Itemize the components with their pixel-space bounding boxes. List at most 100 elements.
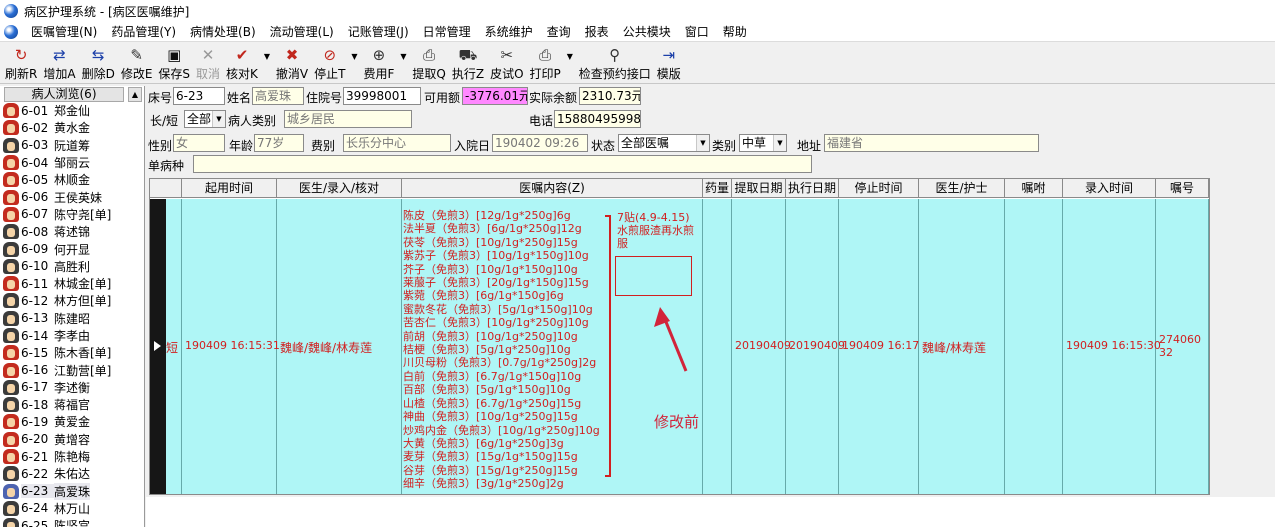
- patient-list-item[interactable]: 6-13 陈建昭: [0, 310, 144, 327]
- fee-type-field[interactable]: 长乐分中心: [343, 134, 451, 152]
- patient-list-item[interactable]: 6-16 江勤营[单]: [0, 361, 144, 378]
- column-header-2[interactable]: 医嘱内容(Z): [402, 179, 703, 198]
- patient-list-item[interactable]: 6-20 黄增容: [0, 431, 144, 448]
- toolbar-button-9[interactable]: ⊕ 费用F: [360, 44, 397, 82]
- menu-item-7[interactable]: 查询: [540, 23, 578, 40]
- menu-item-11[interactable]: 帮助: [716, 23, 754, 40]
- address-field[interactable]: 福建省: [824, 134, 1039, 152]
- patient-type-field[interactable]: 城乡居民: [284, 110, 412, 128]
- column-header-0[interactable]: 起用时间: [182, 179, 277, 198]
- chevron-down-icon[interactable]: ▼: [773, 135, 786, 151]
- table-row[interactable]: 短 190409 16:15:31 魏峰/魏峰/林寿莲 20190409 2019040…: [150, 199, 1209, 494]
- patient-list-item[interactable]: 6-25 陈坚宫: [0, 517, 144, 527]
- patient-list-item[interactable]: 6-15 陈木香[单]: [0, 344, 144, 361]
- column-header-1[interactable]: 医生/录入/核对: [277, 179, 402, 198]
- patient-list-item[interactable]: 6-11 林城金[单]: [0, 275, 144, 292]
- start-time-cell[interactable]: 190409 16:15:31: [182, 199, 280, 494]
- sex-field[interactable]: 女: [173, 134, 225, 152]
- column-header-6[interactable]: 停止时间: [839, 179, 919, 198]
- toolbar-button-4[interactable]: ▣ 保存S: [155, 44, 193, 82]
- name-field[interactable]: 高爱珠: [252, 87, 304, 105]
- dropdown-arrow-icon[interactable]: ▼: [348, 44, 360, 68]
- dropdown-arrow-icon[interactable]: ▼: [564, 44, 576, 68]
- patient-list-item[interactable]: 6-22 朱佑达: [0, 465, 144, 482]
- age-field[interactable]: 77岁: [254, 134, 304, 152]
- menu-item-6[interactable]: 系统维护: [478, 23, 540, 40]
- inpatient-no-field[interactable]: 39998001: [343, 87, 421, 105]
- order-no-cell[interactable]: 27406032: [1156, 199, 1209, 494]
- document-icon[interactable]: [4, 24, 18, 39]
- column-header-8[interactable]: 嘱咐: [1005, 179, 1063, 198]
- patient-list-item[interactable]: 6-01 郑金仙: [0, 102, 144, 119]
- entry-time-cell[interactable]: 190409 16:15:30: [1063, 199, 1161, 494]
- toolbar-button-13[interactable]: ⎙ 打印P: [527, 44, 564, 82]
- menu-item-0[interactable]: 医嘱管理(N): [24, 23, 104, 40]
- menu-item-4[interactable]: 记账管理(J): [341, 23, 416, 40]
- toolbar-button-0[interactable]: ↻ 刷新R: [2, 44, 40, 82]
- stop-time-cell[interactable]: 190409 16:17: [839, 199, 919, 494]
- menu-item-1[interactable]: 药品管理(Y): [104, 23, 183, 40]
- dropdown-arrow-icon[interactable]: ▼: [397, 44, 409, 68]
- patient-list-item[interactable]: 6-05 林顺金: [0, 171, 144, 188]
- patient-browser-header[interactable]: 病人浏览(6): [4, 87, 124, 102]
- column-header-10[interactable]: 嘱号: [1156, 179, 1209, 198]
- toolbar-button-7[interactable]: ✖ 撤消V: [273, 44, 311, 82]
- patient-list-item[interactable]: 6-03 阮道筹: [0, 137, 144, 154]
- toolbar-button-8[interactable]: ⊘ 停止T: [311, 44, 348, 82]
- term-select[interactable]: 全部 ▼: [184, 110, 226, 128]
- scroll-up-arrow-icon[interactable]: ▲: [128, 87, 142, 102]
- category-select[interactable]: 中草 ▼: [739, 134, 787, 152]
- menu-item-10[interactable]: 窗口: [678, 23, 716, 40]
- toolbar-button-11[interactable]: ⛟ 执行Z: [449, 44, 487, 82]
- toolbar-button-5[interactable]: ✕ 取消: [193, 44, 223, 82]
- column-header-9[interactable]: 录入时间: [1063, 179, 1156, 198]
- toolbar-button-6[interactable]: ✔ 核对K: [223, 44, 261, 82]
- bed-field[interactable]: 6-23: [173, 87, 225, 105]
- patient-list-item[interactable]: 6-07 陈守尧[单]: [0, 206, 144, 223]
- phone-field[interactable]: 15880495998: [554, 110, 641, 128]
- order-type-cell[interactable]: 短: [166, 199, 182, 494]
- patient-list-item[interactable]: 6-18 蒋福官: [0, 396, 144, 413]
- toolbar-button-3[interactable]: ✎ 修改E: [118, 44, 156, 82]
- toolbar-button-2[interactable]: ⇆ 删除D: [79, 44, 118, 82]
- toolbar-button-14[interactable]: ⚲ 检查预约接口: [576, 44, 654, 82]
- dosage-cell[interactable]: [703, 199, 732, 494]
- admit-date-field[interactable]: 190402 09:26: [492, 134, 588, 152]
- patient-list-item[interactable]: 6-04 邹丽云: [0, 154, 144, 171]
- toolbar-button-10[interactable]: ⎙ 提取Q: [409, 44, 448, 82]
- extract-date-cell[interactable]: 20190409: [732, 199, 791, 494]
- column-header-7[interactable]: 医生/护士: [919, 179, 1005, 198]
- patient-list-item[interactable]: 6-17 李述衡: [0, 379, 144, 396]
- menu-item-5[interactable]: 日常管理: [416, 23, 478, 40]
- patient-list-item[interactable]: 6-14 李孝由: [0, 327, 144, 344]
- patient-list-item[interactable]: 6-21 陈艳梅: [0, 448, 144, 465]
- doctor-entry-check-cell[interactable]: 魏峰/魏峰/林寿莲: [277, 199, 402, 494]
- patient-list-item[interactable]: 6-09 何开显: [0, 240, 144, 257]
- row-indicator[interactable]: [150, 199, 166, 494]
- column-header-3[interactable]: 药量: [703, 179, 732, 198]
- patient-list-item[interactable]: 6-02 黄水金: [0, 119, 144, 136]
- patient-list-item[interactable]: 6-10 高胜利: [0, 258, 144, 275]
- toolbar-button-12[interactable]: ✂ 皮试O: [487, 44, 526, 82]
- patient-list-item[interactable]: 6-24 林万山: [0, 500, 144, 517]
- single-disease-field[interactable]: [193, 155, 812, 173]
- chevron-down-icon[interactable]: ▼: [212, 111, 225, 127]
- toolbar-button-1[interactable]: ⇄ 增加A: [40, 44, 78, 82]
- patient-list-item[interactable]: 6-12 林方但[单]: [0, 292, 144, 309]
- patient-list-item[interactable]: 6-19 黄爱金: [0, 413, 144, 430]
- instruction-cell[interactable]: [1005, 199, 1063, 494]
- status-select[interactable]: 全部医嘱 ▼: [618, 134, 710, 152]
- toolbar-button-15[interactable]: ⇥ 模版: [654, 44, 684, 82]
- exec-date-cell[interactable]: 20190409: [786, 199, 845, 494]
- chevron-down-icon[interactable]: ▼: [696, 135, 709, 151]
- patient-list-item[interactable]: 6-23 高爱珠: [0, 482, 144, 500]
- column-header-4[interactable]: 提取日期: [732, 179, 786, 198]
- menu-item-8[interactable]: 报表: [578, 23, 616, 40]
- menu-item-2[interactable]: 病情处理(B): [183, 23, 263, 40]
- column-header-5[interactable]: 执行日期: [786, 179, 839, 198]
- doctor-nurse-cell[interactable]: 魏峰/林寿莲: [919, 199, 1005, 494]
- patient-list-item[interactable]: 6-06 王侯英妹: [0, 188, 144, 205]
- menu-item-9[interactable]: 公共模块: [616, 23, 678, 40]
- patient-list-item[interactable]: 6-08 蒋述锦: [0, 223, 144, 240]
- dropdown-arrow-icon[interactable]: ▼: [261, 44, 273, 68]
